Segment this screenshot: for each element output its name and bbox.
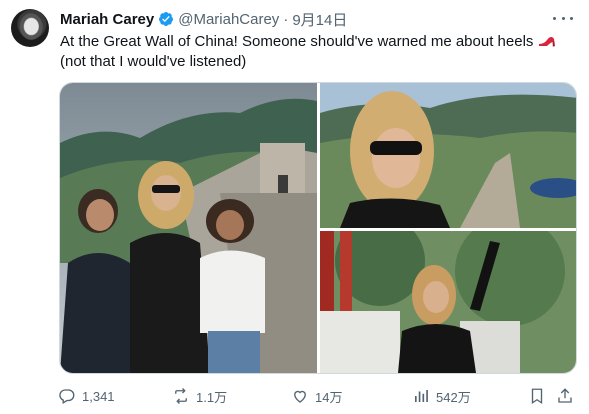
view-count: 542万 (436, 389, 471, 405)
photo-family-great-wall[interactable] (60, 83, 317, 373)
reply-count: 1,341 (82, 388, 115, 404)
retweet-icon (175, 388, 187, 404)
views-button[interactable]: 542万 (412, 386, 471, 406)
bookmark-icon (531, 388, 543, 405)
author-handle[interactable]: @MariahCarey (178, 11, 279, 28)
reply-button[interactable]: 1,341 (58, 386, 115, 406)
share-icon (558, 388, 572, 403)
tweet-header: Mariah Carey @MariahCarey · 9月14日 (60, 9, 347, 29)
photo-sunglasses-closeup[interactable] (320, 83, 576, 228)
bar-chart-icon (415, 390, 428, 402)
heart-icon (294, 390, 306, 403)
photo-arm-raised[interactable] (320, 231, 576, 373)
tweet-text-line1: At the Great Wall of China! Someone shou… (60, 33, 534, 50)
tweet-text: At the Great Wall of China! Someone shou… (60, 32, 580, 72)
high-heel-icon (538, 34, 556, 48)
tweet-date[interactable]: 9月14日 (292, 9, 347, 30)
share-button[interactable] (556, 386, 574, 406)
reply-icon (59, 389, 75, 404)
verified-badge-icon (158, 11, 174, 27)
bookmark-button[interactable] (528, 386, 546, 406)
more-options-icon[interactable] (553, 10, 573, 26)
retweet-count: 1.1万 (196, 389, 228, 405)
tweet-actions: 1,341 1.1万 14万 542万 (58, 386, 580, 406)
separator-dot: · (283, 10, 289, 28)
tweet-text-line2: (not that I would've listened) (60, 53, 247, 70)
avatar[interactable] (11, 9, 49, 47)
author-name[interactable]: Mariah Carey (60, 11, 154, 28)
media-grid (59, 82, 577, 374)
like-button[interactable]: 14万 (291, 386, 342, 406)
retweet-button[interactable]: 1.1万 (172, 386, 227, 406)
like-count: 14万 (315, 389, 343, 405)
